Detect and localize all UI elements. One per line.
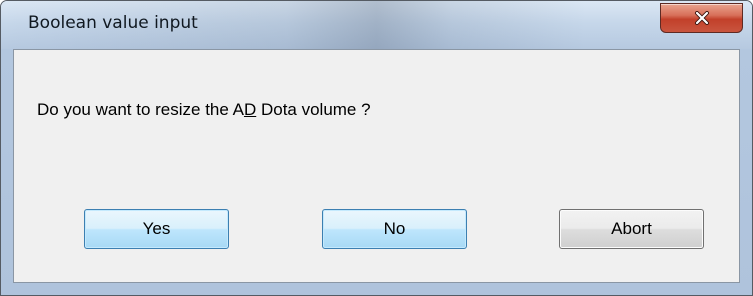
message-mnemonic: D bbox=[243, 100, 257, 119]
close-button[interactable] bbox=[660, 3, 743, 33]
abort-button-label: Abort bbox=[611, 219, 652, 238]
close-icon bbox=[694, 11, 710, 25]
dialog-content: Do you want to resize the AD Dota volume… bbox=[13, 49, 740, 283]
dialog-window: Boolean value input Do you want to resiz… bbox=[0, 0, 753, 296]
abort-button[interactable]: Abort bbox=[559, 209, 704, 249]
window-title: Boolean value input bbox=[28, 13, 198, 33]
yes-button[interactable]: Yes bbox=[84, 209, 229, 249]
no-button[interactable]: No bbox=[322, 209, 467, 249]
message-prefix: Do you want to resize the A bbox=[37, 100, 244, 119]
no-button-label: No bbox=[383, 219, 406, 238]
message-text: Do you want to resize the AD Dota volume… bbox=[37, 100, 371, 120]
title-bar[interactable]: Boolean value input bbox=[1, 1, 752, 49]
message-suffix: Dota volume ? bbox=[256, 100, 371, 119]
yes-button-label: Yes bbox=[142, 219, 171, 238]
